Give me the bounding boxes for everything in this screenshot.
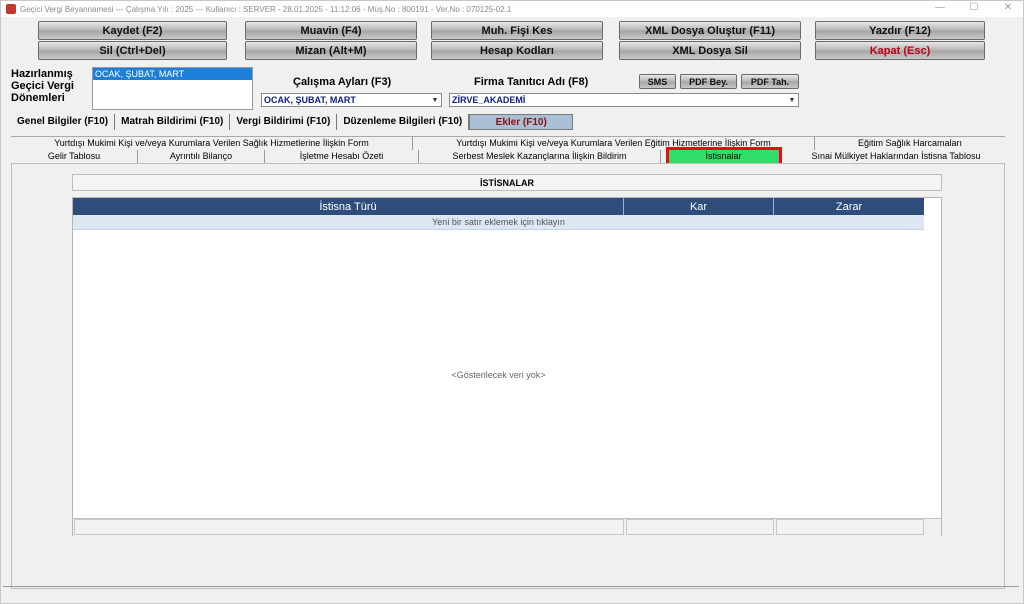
tab-business-account-summary[interactable]: İşletme Hesabı Özeti — [265, 150, 419, 163]
grid-footer — [73, 518, 941, 536]
main-tabs: Genel Bilgiler (F10) Matrah Bildirimi (F… — [11, 114, 574, 130]
company-label: Firma Tanıtıcı Adı (F8) — [474, 76, 589, 88]
tab-arrangement-info[interactable]: Düzenleme Bilgileri (F10) — [337, 114, 470, 130]
window-title: Geçici Vergi Beyannamesi --- Çalışma Yıl… — [20, 4, 512, 14]
minimize-icon[interactable]: — — [933, 2, 947, 13]
tab-detailed-balance[interactable]: Ayrıntılı Bilanço — [138, 150, 265, 163]
pdf-accrual-button[interactable]: PDF Tah. — [741, 74, 799, 89]
app-icon — [6, 4, 16, 14]
sms-button[interactable]: SMS — [639, 74, 676, 89]
print-button[interactable]: Yazdır (F12) — [815, 21, 985, 40]
company-select[interactable]: ZİRVE_AKADEMİ ▼ — [449, 93, 799, 107]
tab-income-statement[interactable]: Gelir Tablosu — [11, 150, 138, 163]
chevron-down-icon[interactable]: ▼ — [429, 94, 441, 106]
footer-cell-exemption-type — [74, 519, 624, 535]
footer-cell-profit — [626, 519, 774, 535]
column-header-loss[interactable]: Zarar — [774, 198, 924, 215]
work-months-select[interactable]: OCAK, ŞUBAT, MART ▼ — [261, 93, 442, 107]
pdf-declaration-button[interactable]: PDF Bey. — [680, 74, 737, 89]
tab-attachments[interactable]: Ekler (F10) — [469, 114, 574, 130]
chevron-down-icon[interactable]: ▼ — [786, 94, 798, 106]
tab-education-services-form[interactable]: Yurtdışı Mukimi Kişi ve/veya Kurumlara V… — [413, 137, 815, 150]
exemptions-grid[interactable]: İstisna Türü Kar Zarar Yeni bir satır ek… — [72, 197, 942, 536]
section-title: İSTİSNALAR — [72, 174, 942, 191]
new-row-hint[interactable]: Yeni bir satır eklemek için tıklayın — [73, 215, 924, 230]
tab-general-info[interactable]: Genel Bilgiler (F10) — [11, 114, 116, 130]
grid-header: İstisna Türü Kar Zarar — [73, 198, 924, 215]
work-months-label: Çalışma Ayları (F3) — [293, 76, 392, 88]
column-header-profit[interactable]: Kar — [624, 198, 774, 215]
empty-grid-message: <Gösterilecek veri yok> — [451, 370, 546, 380]
tab-base-declaration[interactable]: Matrah Bildirimi (F10) — [115, 114, 231, 130]
close-icon[interactable]: ✕ — [1001, 2, 1015, 13]
periods-label: Hazırlanmış Geçici Vergi Dönemleri — [11, 68, 74, 104]
tab-exemptions[interactable]: İstisnalar — [666, 147, 782, 166]
tab-health-services-form[interactable]: Yurtdışı Mukimi Kişi ve/veya Kurumlara V… — [11, 137, 413, 150]
create-xml-button[interactable]: XML Dosya Oluştur (F11) — [619, 21, 801, 40]
company-value: ZİRVE_AKADEMİ — [452, 95, 526, 105]
trial-balance-button[interactable]: Mizan (Alt+M) — [245, 41, 417, 60]
sub-tabs-row-1: Yurtdışı Mukimi Kişi ve/veya Kurumlara V… — [11, 136, 1005, 150]
tab-education-health-expenses[interactable]: Eğitim Sağlık Harcamaları — [815, 137, 1005, 150]
tab-freelance-income[interactable]: Serbest Meslek Kazançlarına İlişkin Bild… — [419, 150, 661, 163]
title-bar: Geçici Vergi Beyannamesi --- Çalışma Yıl… — [1, 1, 1023, 17]
app-window: Geçici Vergi Beyannamesi --- Çalışma Yıl… — [0, 0, 1024, 604]
delete-button[interactable]: Sil (Ctrl+Del) — [38, 41, 227, 60]
ledger-button[interactable]: Muavin (F4) — [245, 21, 417, 40]
sub-tabs-row-2: Gelir Tablosu Ayrıntılı Bilanço İşletme … — [11, 147, 1005, 166]
maximize-icon[interactable]: ☐ — [967, 2, 981, 13]
footer-cell-loss — [776, 519, 924, 535]
delete-xml-button[interactable]: XML Dosya Sil — [619, 41, 801, 60]
voucher-button[interactable]: Muh. Fişi Kes — [431, 21, 603, 40]
status-divider — [3, 575, 1019, 587]
work-months-value: OCAK, ŞUBAT, MART — [264, 95, 356, 105]
close-button[interactable]: Kapat (Esc) — [815, 41, 985, 60]
save-button[interactable]: Kaydet (F2) — [38, 21, 227, 40]
account-codes-button[interactable]: Hesap Kodları — [431, 41, 603, 60]
tab-tax-declaration[interactable]: Vergi Bildirimi (F10) — [230, 114, 338, 130]
tab-industrial-property-exemptions[interactable]: Sınai Mülkiyet Haklarından İstisna Tablo… — [787, 150, 1005, 163]
period-item[interactable]: OCAK, ŞUBAT, MART — [93, 68, 252, 80]
column-header-exemption-type[interactable]: İstisna Türü — [73, 198, 624, 215]
periods-listbox[interactable]: OCAK, ŞUBAT, MART — [92, 67, 253, 110]
